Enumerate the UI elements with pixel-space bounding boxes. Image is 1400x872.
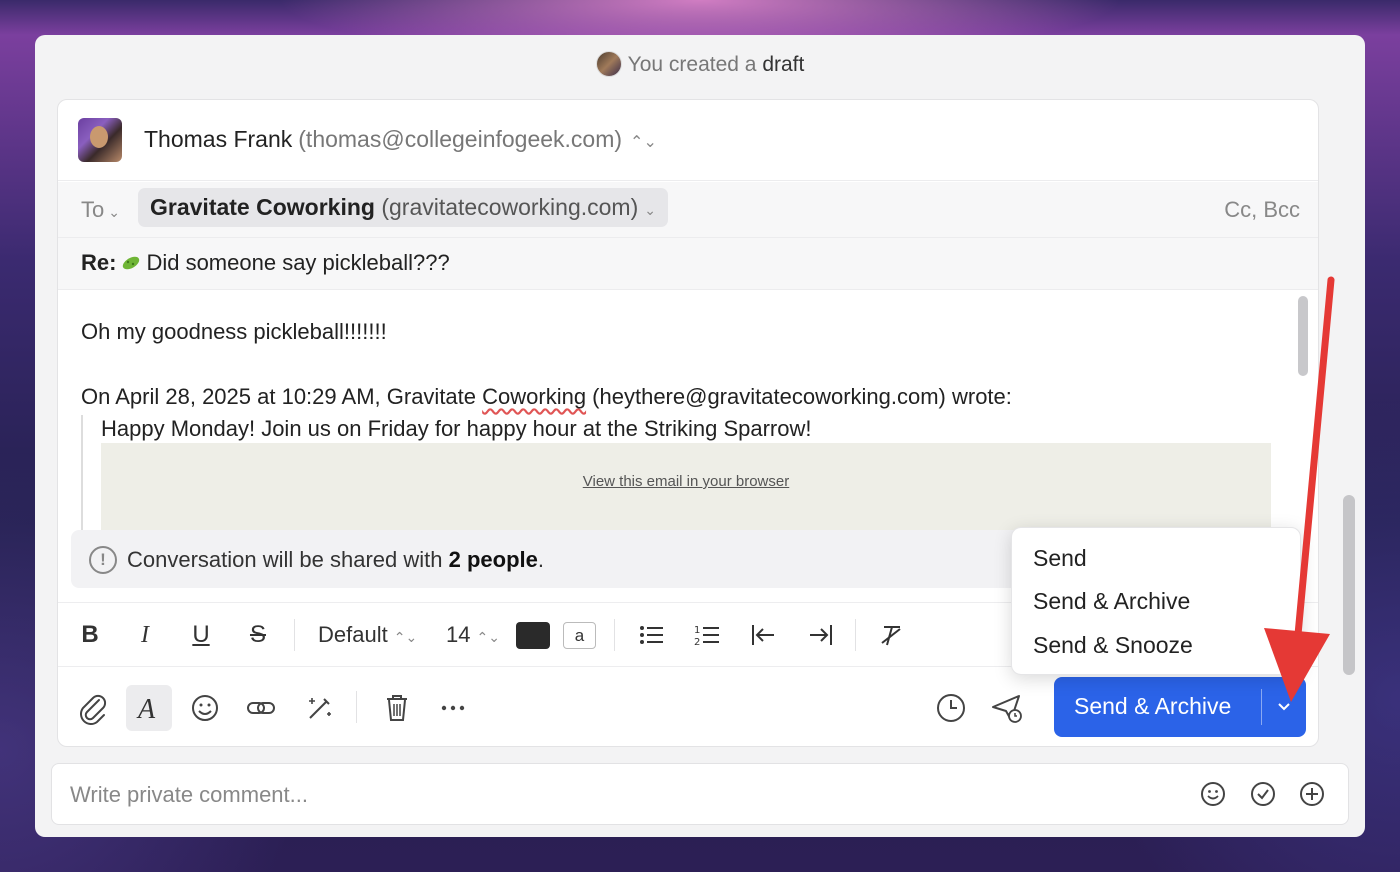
subject-field[interactable]: Re: Did someone say pickleball??? [81, 250, 450, 276]
quote-intro-end: (heythere@gravitatecoworking.com) wrote: [586, 384, 1012, 409]
svg-text:2: 2 [694, 637, 700, 648]
bold-icon[interactable]: B [78, 617, 102, 653]
subject-text: Did someone say pickleball??? [146, 250, 450, 275]
ai-write-icon[interactable] [296, 685, 342, 731]
font-size-select[interactable]: 14 ⌃⌄ [446, 617, 506, 653]
clock-icon[interactable] [928, 685, 974, 731]
share-notice-suffix: . [537, 547, 544, 572]
toolbar-divider [855, 619, 856, 651]
emoji-icon[interactable] [182, 685, 228, 731]
chevron-down-icon: ⌄ [108, 204, 120, 220]
chevron-updown-icon: ⌃⌄ [393, 629, 418, 645]
bullet-list-icon[interactable] [638, 617, 664, 653]
send-options-menu: Send Send & Archive Send & Snooze [1011, 527, 1301, 675]
subject-row[interactable]: Re: Did someone say pickleball??? [58, 238, 1318, 290]
italic-icon[interactable]: I [133, 617, 157, 653]
compose-window: You created a draft Thomas Frank (thomas@… [35, 35, 1365, 837]
recipient-chip[interactable]: Gravitate Coworking (gravitatecoworking.… [138, 188, 668, 227]
draft-banner-prefix: You created a [627, 53, 757, 76]
link-icon[interactable] [238, 685, 284, 731]
trash-icon[interactable] [374, 685, 420, 731]
private-comment-input[interactable] [70, 777, 1170, 813]
to-dropdown[interactable]: To ⌄ [81, 197, 120, 223]
numbered-list-icon[interactable]: 12 [694, 617, 720, 653]
reply-text: Oh my goodness pickleball!!!!!!! [81, 319, 387, 344]
quoted-email-content: View this email in your browser [101, 443, 1271, 531]
send-button-label: Send & Archive [1074, 693, 1232, 719]
view-in-browser-link[interactable]: View this email in your browser [101, 473, 1271, 490]
toolbar-divider [614, 619, 615, 651]
attachment-icon[interactable] [70, 685, 116, 731]
toolbar-divider [294, 619, 295, 651]
clear-formatting-icon[interactable] [878, 617, 904, 653]
indent-icon[interactable] [808, 617, 834, 653]
from-row[interactable]: Thomas Frank (thomas@collegeinfogeek.com)… [58, 100, 1318, 181]
menu-item-send-snooze[interactable]: Send & Snooze [1033, 632, 1193, 659]
chevron-updown-icon[interactable]: ⌃⌄ [630, 134, 657, 151]
recipient-email: (gravitatecoworking.com) [381, 194, 639, 220]
sender-name: Thomas Frank [144, 126, 293, 152]
send-button-divider [1261, 689, 1262, 725]
underline-icon[interactable]: U [189, 617, 213, 653]
author-avatar [595, 51, 622, 77]
draft-banner-highlight: draft [762, 53, 805, 76]
window-scrollbar[interactable] [1343, 495, 1355, 675]
svg-text:A: A [136, 694, 156, 725]
checkmark-icon[interactable] [1249, 780, 1277, 808]
chevron-down-icon: ⌄ [644, 202, 656, 218]
strikethrough-icon[interactable]: S [246, 617, 270, 653]
emoji-icon[interactable] [1199, 780, 1227, 808]
body-scrollbar[interactable] [1298, 296, 1308, 376]
action-bar: A Send & Archive [58, 666, 1318, 746]
text-color-swatch[interactable] [516, 622, 550, 649]
subject-prefix: Re: [81, 250, 117, 275]
font-family-value: Default [318, 622, 388, 647]
share-notice-prefix: Conversation will be shared with [127, 547, 443, 572]
sender-avatar [78, 118, 122, 162]
spellcheck-word[interactable]: Coworking [482, 384, 586, 409]
recipient-name: Gravitate Coworking [150, 194, 375, 220]
more-options-icon[interactable] [430, 685, 476, 731]
svg-text:1: 1 [694, 625, 700, 636]
highlight-color-button[interactable]: a [563, 622, 596, 649]
to-label: To [81, 197, 105, 222]
message-body[interactable]: Oh my goodness pickleball!!!!!!! On Apri… [58, 291, 1294, 531]
quote-bar [81, 415, 83, 531]
to-row: To ⌄ Gravitate Coworking (gravitatecowork… [58, 182, 1318, 238]
draft-banner: You created a draft [35, 51, 1365, 77]
menu-item-send[interactable]: Send [1033, 545, 1087, 572]
text-format-icon[interactable]: A [126, 685, 172, 731]
send-later-icon[interactable] [984, 685, 1030, 731]
pickleball-emoji-icon [123, 256, 140, 270]
menu-item-send-archive[interactable]: Send & Archive [1033, 588, 1190, 615]
send-archive-button[interactable]: Send & Archive [1054, 677, 1306, 737]
send-options-chevron-icon[interactable] [1270, 691, 1298, 721]
quoted-text: Happy Monday! Join us on Friday for happ… [101, 416, 812, 441]
share-notice-count: 2 people [448, 547, 538, 572]
font-family-select[interactable]: Default ⌃⌄ [318, 617, 428, 653]
share-notice: ! Conversation will be shared with 2 peo… [71, 530, 1061, 588]
chevron-updown-icon: ⌃⌄ [476, 629, 500, 645]
private-comment-box [51, 763, 1349, 825]
cc-bcc-button[interactable]: Cc, Bcc [1224, 197, 1300, 223]
info-icon: ! [89, 546, 117, 574]
share-notice-text: Conversation will be shared with 2 peopl… [127, 547, 544, 573]
outdent-icon[interactable] [750, 617, 776, 653]
add-icon[interactable] [1298, 780, 1326, 808]
quote-intro-start: On April 28, 2025 at 10:29 AM, Gravitate [81, 384, 483, 409]
font-size-value: 14 [446, 622, 471, 647]
from-field[interactable]: Thomas Frank (thomas@collegeinfogeek.com)… [144, 126, 657, 153]
quote-intro: On April 28, 2025 at 10:29 AM, Gravitate… [81, 384, 1012, 410]
sender-email: (thomas@collegeinfogeek.com) [298, 126, 623, 152]
toolbar-divider [356, 691, 357, 723]
